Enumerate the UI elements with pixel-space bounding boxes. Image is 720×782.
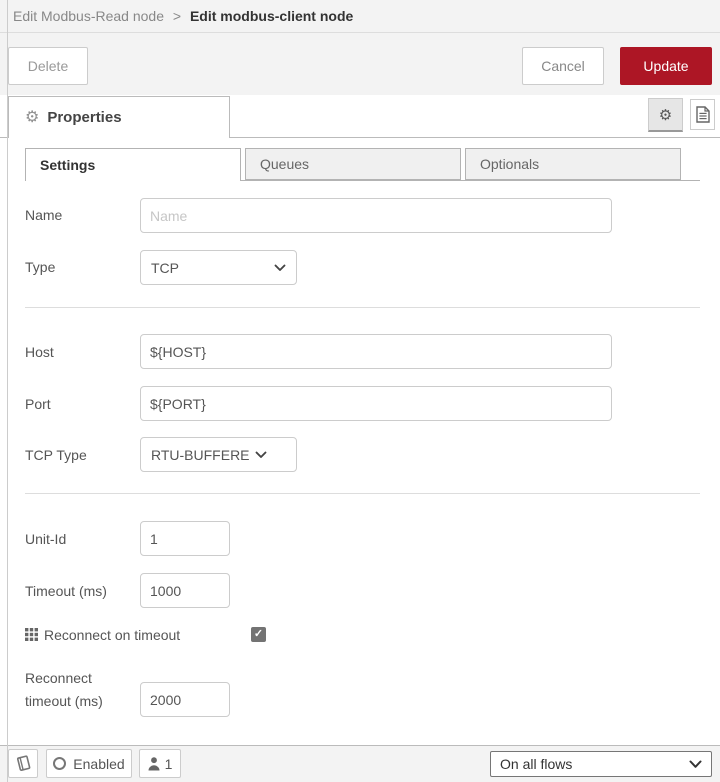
- type-select-value: TCP: [151, 259, 179, 276]
- scope-select[interactable]: On all flows: [490, 751, 712, 777]
- properties-tab-label: Properties: [47, 109, 122, 126]
- enabled-toggle-button[interactable]: Enabled: [46, 749, 132, 778]
- breadcrumb-current: Edit modbus-client node: [189, 8, 354, 24]
- instance-count-value: 1: [164, 755, 173, 772]
- chevron-down-icon: [689, 760, 702, 768]
- grid-icon: [25, 628, 38, 641]
- host-label: Host: [25, 344, 54, 360]
- tab-settings[interactable]: Settings: [25, 148, 241, 181]
- port-label: Port: [25, 396, 51, 412]
- chevron-down-icon: [255, 451, 267, 458]
- type-select[interactable]: TCP: [140, 250, 297, 285]
- type-label: Type: [25, 259, 56, 275]
- node-settings-button[interactable]: ⚙: [648, 98, 683, 132]
- enabled-label: Enabled: [73, 755, 125, 772]
- properties-tab[interactable]: ⚙ Properties: [8, 96, 230, 138]
- node-description-button[interactable]: [690, 99, 715, 130]
- update-button[interactable]: Update: [620, 47, 712, 85]
- breadcrumb-parent-link[interactable]: Edit Modbus-Read node: [13, 8, 164, 24]
- tray-toolbar: [0, 33, 720, 95]
- tab-queues[interactable]: Queues: [245, 148, 461, 180]
- reconnect-label: Reconnect on timeout: [44, 627, 181, 643]
- tcp-type-select[interactable]: RTU-BUFFERED: [140, 437, 297, 472]
- timeout-label: Timeout (ms): [25, 583, 107, 599]
- document-icon: [695, 106, 710, 123]
- unit-id-field[interactable]: [140, 521, 230, 556]
- breadcrumb: Edit Modbus-Read node > Edit modbus-clie…: [0, 0, 720, 33]
- port-field[interactable]: [140, 386, 612, 421]
- gear-icon: ⚙: [658, 106, 673, 124]
- gear-icon: ⚙: [25, 108, 40, 126]
- timeout-field[interactable]: [140, 573, 230, 608]
- tab-optionals[interactable]: Optionals: [465, 148, 681, 180]
- section-divider: [25, 493, 700, 494]
- status-circle-icon: [53, 757, 67, 770]
- edit-node-dialog: Edit Modbus-Read node > Edit modbus-clie…: [0, 0, 720, 782]
- name-label: Name: [25, 207, 63, 223]
- library-button[interactable]: [8, 749, 38, 778]
- host-field[interactable]: [140, 334, 612, 369]
- reconnect-timeout-field[interactable]: [140, 682, 230, 717]
- breadcrumb-separator: >: [172, 8, 182, 24]
- book-icon: [16, 755, 30, 771]
- section-divider: [25, 307, 700, 308]
- tcp-type-label: TCP Type: [25, 447, 87, 463]
- tcp-type-select-value: RTU-BUFFERED: [151, 446, 249, 463]
- scope-select-value: On all flows: [500, 756, 573, 772]
- name-field[interactable]: [140, 198, 612, 233]
- chevron-down-icon: [274, 264, 286, 271]
- instance-count-button[interactable]: 1: [139, 749, 181, 778]
- delete-button[interactable]: Delete: [8, 47, 88, 85]
- cancel-button[interactable]: Cancel: [522, 47, 604, 85]
- reconnect-timeout-label: Reconnect timeout (ms): [25, 670, 103, 709]
- user-icon: [148, 756, 160, 770]
- reconnect-checkbox[interactable]: [251, 627, 266, 642]
- unit-id-label: Unit-Id: [25, 531, 67, 547]
